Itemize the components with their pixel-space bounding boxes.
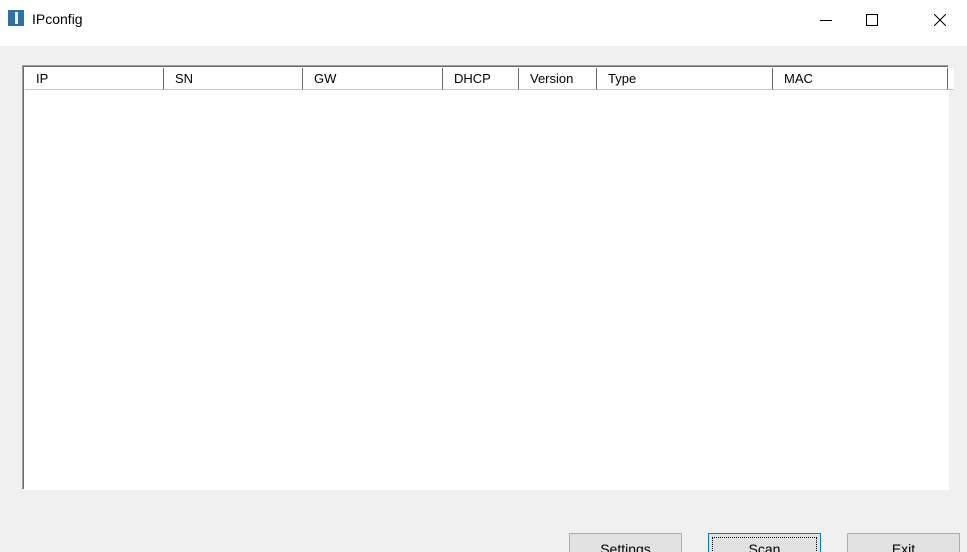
exit-button[interactable]: Exit [847, 533, 960, 552]
column-header-dhcp[interactable]: DHCP [443, 68, 519, 90]
list-header: IP SN GW DHCP Version Type MAC [25, 68, 954, 90]
ipconfig-window: IPconfig IP SN GW DHCP Version Type MAC … [0, 0, 967, 552]
column-header-gw[interactable]: GW [303, 68, 443, 90]
column-header-mac[interactable]: MAC [773, 68, 948, 90]
close-icon [934, 14, 946, 26]
title-bar[interactable]: IPconfig [0, 0, 967, 46]
window-title: IPconfig [32, 11, 83, 27]
maximize-button[interactable] [849, 0, 895, 40]
column-header-sn[interactable]: SN [164, 68, 303, 90]
minimize-icon [820, 20, 832, 21]
column-header-ip[interactable]: IP [25, 68, 164, 90]
focus-rectangle [712, 537, 817, 552]
app-icon [8, 10, 24, 26]
close-button[interactable] [917, 0, 963, 40]
device-list[interactable]: IP SN GW DHCP Version Type MAC [22, 65, 954, 490]
settings-button[interactable]: Settings [569, 533, 682, 552]
scan-button[interactable]: Scan [708, 533, 821, 552]
column-header-filler [948, 68, 954, 90]
column-header-version[interactable]: Version [519, 68, 597, 90]
minimize-button[interactable] [803, 0, 849, 40]
maximize-icon [866, 14, 878, 26]
column-header-type[interactable]: Type [597, 68, 773, 90]
